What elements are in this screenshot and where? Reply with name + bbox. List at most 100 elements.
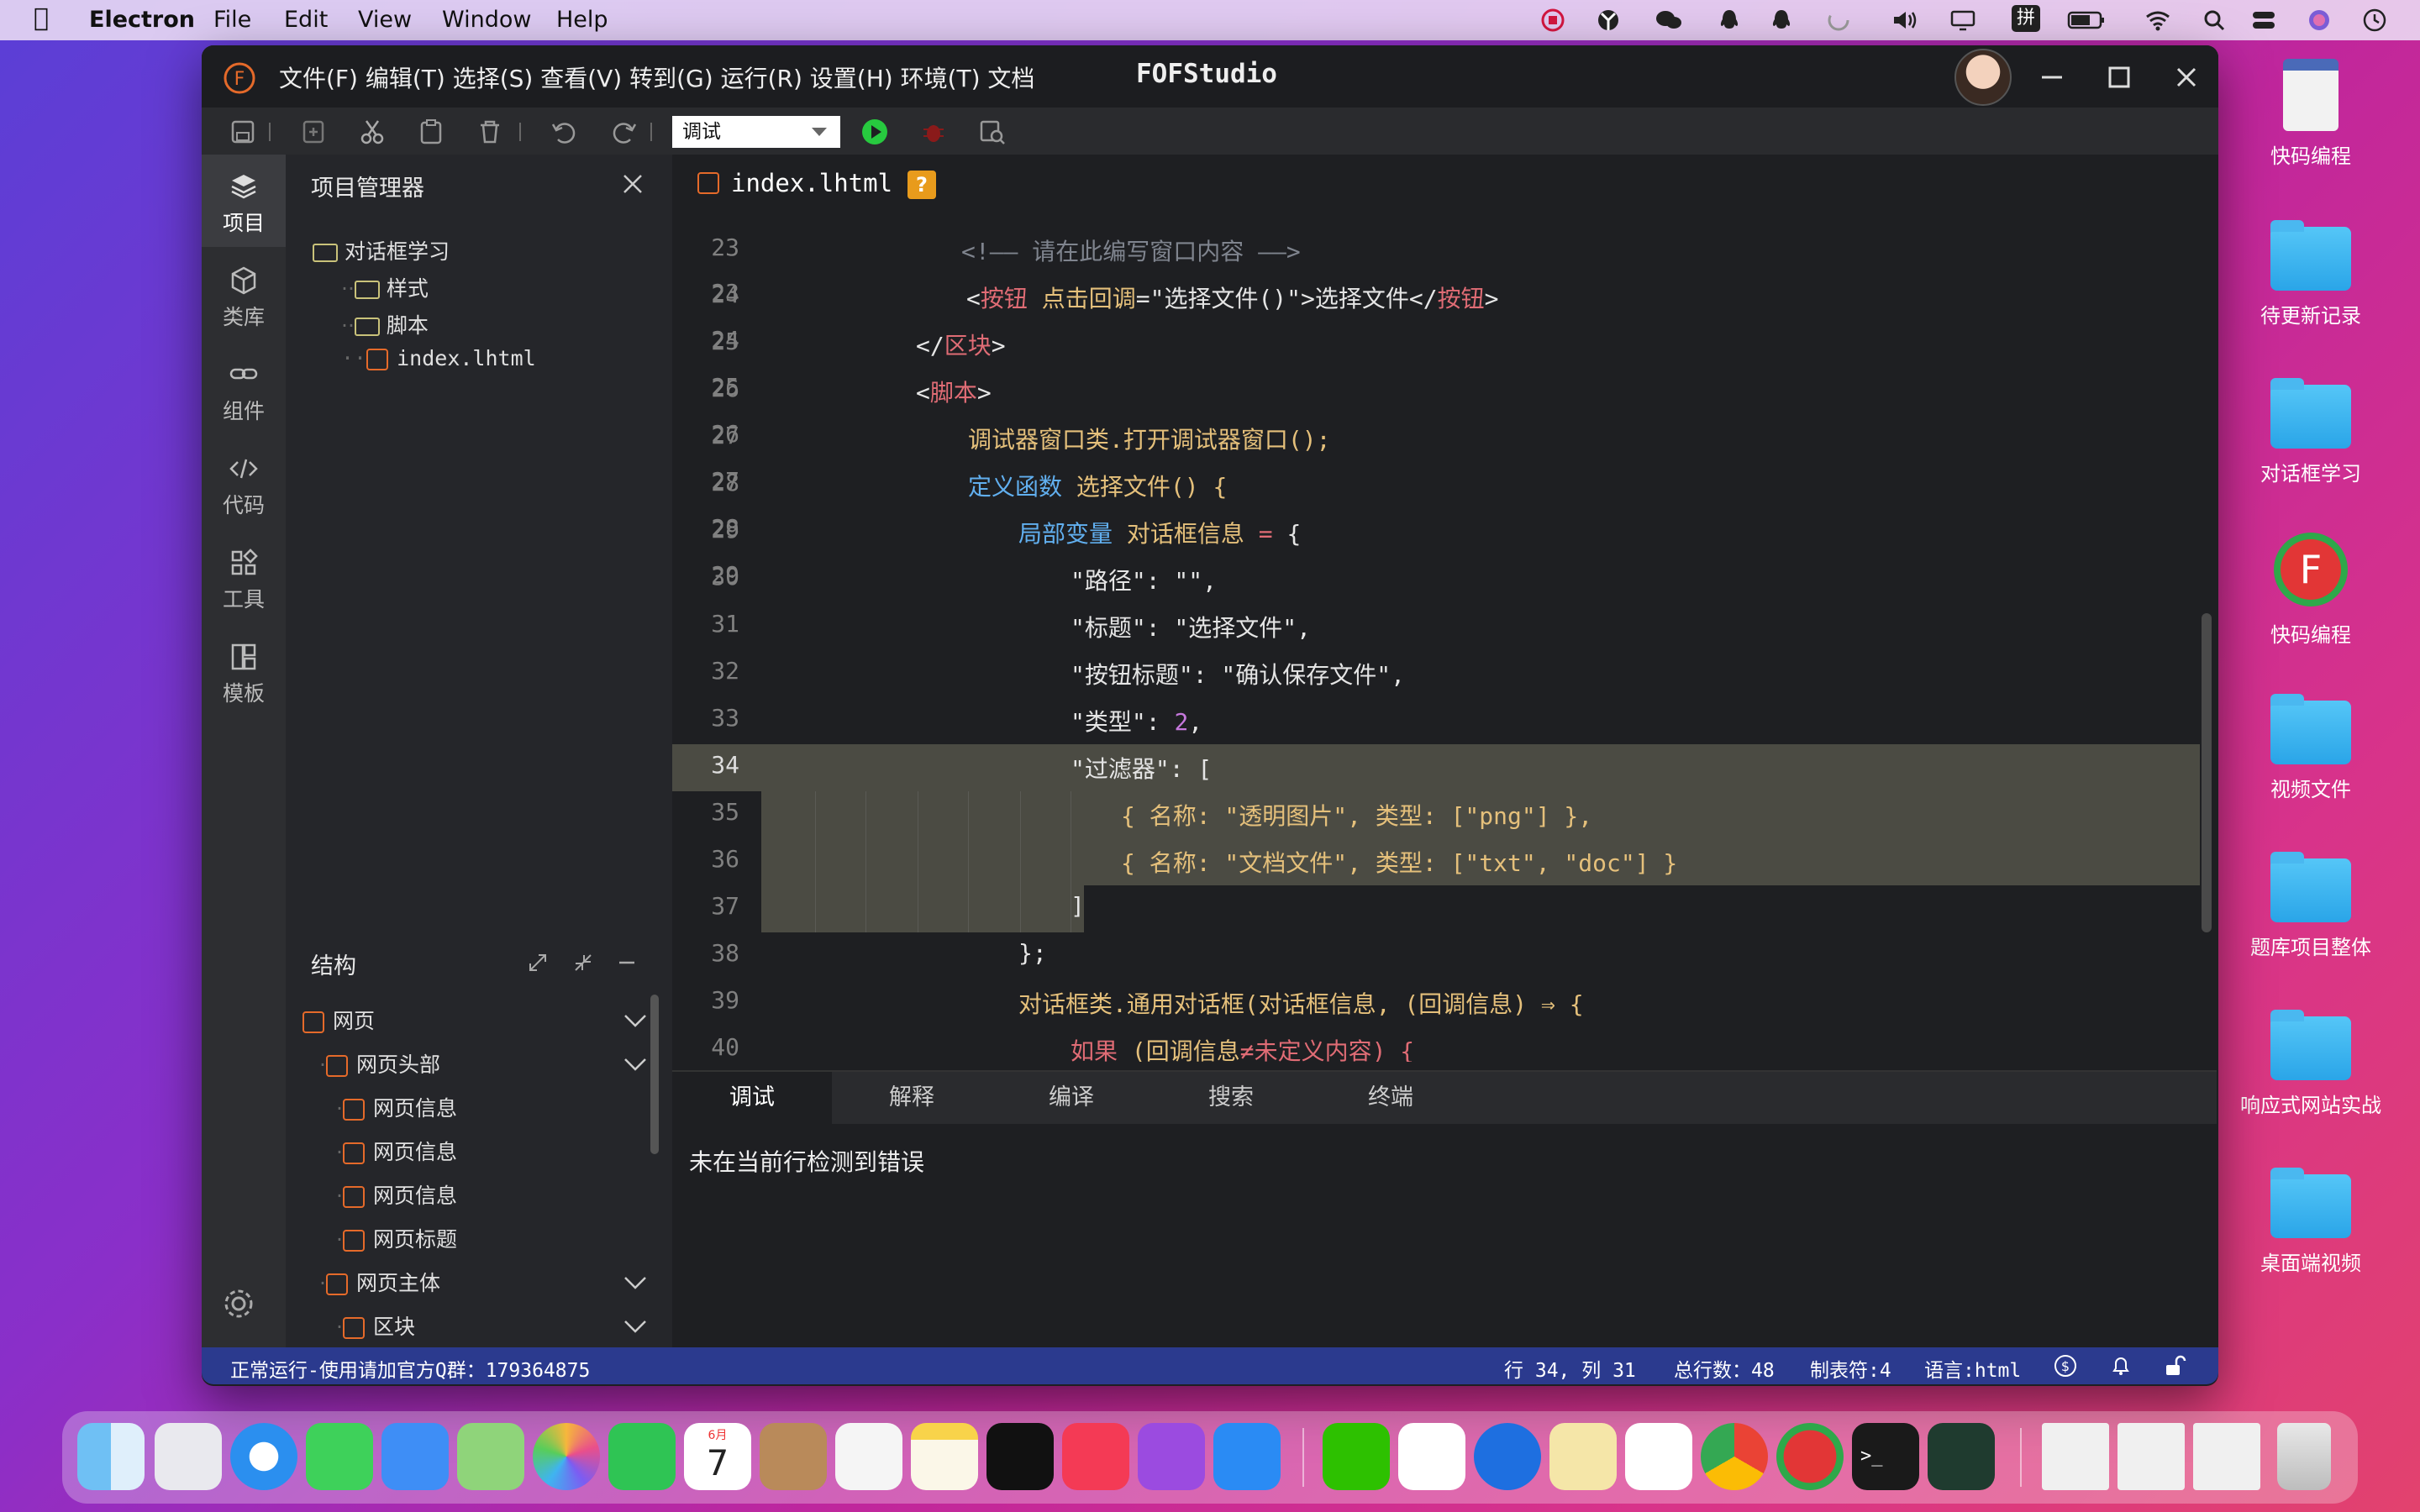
unlock-icon[interactable] [2163, 1354, 2186, 1378]
structure-node[interactable]: · 网页主体 [319, 1267, 440, 1297]
desktop-item[interactable]: 快码编程 [2227, 59, 2395, 169]
expand-icon[interactable] [528, 953, 548, 973]
reminders-icon[interactable] [835, 1423, 902, 1490]
terminal-icon[interactable]: >_ [1852, 1423, 1919, 1490]
editor-scrollbar[interactable] [2202, 613, 2212, 932]
podcasts-icon[interactable] [1138, 1423, 1205, 1490]
spinner-icon[interactable] [1825, 8, 1852, 32]
notes-icon[interactable] [911, 1423, 978, 1490]
undo-icon[interactable] [550, 118, 578, 146]
chevron-down-icon[interactable] [623, 1013, 647, 1028]
tree-folder[interactable]: ·· 脚本 [341, 309, 429, 339]
activity-templates[interactable]: 模板 [202, 625, 286, 717]
tree-file[interactable]: ·· index.lhtml [341, 346, 536, 370]
launchpad-icon[interactable] [155, 1423, 222, 1490]
structure-node[interactable]: · 网页信息 [336, 1136, 457, 1166]
safari-icon[interactable] [230, 1423, 297, 1490]
minimize-button[interactable] [2039, 64, 2065, 91]
contacts-icon[interactable] [760, 1423, 827, 1490]
mail-icon[interactable] [381, 1423, 449, 1490]
teamviewer-icon[interactable] [1474, 1423, 1541, 1490]
clock-icon[interactable] [2361, 8, 2388, 32]
tab-size[interactable]: 制表符:4 [1810, 1354, 1891, 1383]
dollar-icon[interactable]: $ [2054, 1354, 2077, 1378]
apple-icon[interactable]:  [34, 3, 49, 33]
music-icon[interactable] [1062, 1423, 1129, 1490]
chrome-icon[interactable] [1701, 1423, 1768, 1490]
menubar-app-name[interactable]: Electron [89, 7, 195, 33]
tab-terminal[interactable]: 终端 [1311, 1072, 1470, 1124]
fan-icon[interactable] [1595, 8, 1622, 32]
tab-search[interactable]: 搜索 [1151, 1072, 1311, 1124]
desktop-item[interactable]: 题库项目整体 [2227, 852, 2395, 960]
tree-folder[interactable]: 对话框学习 [313, 235, 450, 265]
activity-library[interactable]: 类库 [202, 249, 286, 341]
tab-interpret[interactable]: 解释 [832, 1072, 992, 1124]
structure-node[interactable]: · 网页信息 [336, 1092, 457, 1122]
record-icon[interactable] [1539, 8, 1566, 32]
maximize-button[interactable] [2106, 64, 2133, 91]
qq-icon[interactable] [1768, 8, 1795, 32]
minus-icon[interactable] [617, 953, 637, 973]
activity-components[interactable]: 组件 [202, 343, 286, 435]
activity-tools[interactable]: 工具 [202, 531, 286, 623]
window-thumbnail[interactable] [2118, 1423, 2185, 1490]
menubar-file[interactable]: File [213, 7, 251, 33]
code-text[interactable]: <!—— 请在此编写窗口内容 ——> <按钮 点击回调="选择文件()">选择文… [756, 155, 2200, 1062]
desktop-item[interactable]: F 快码编程 [2227, 529, 2395, 648]
menubar-help[interactable]: Help [556, 7, 608, 33]
mode-select[interactable]: 调试 [672, 116, 840, 148]
fof-studio-icon[interactable] [1776, 1423, 1844, 1490]
save-icon[interactable] [229, 118, 257, 146]
control-center-icon[interactable] [2250, 8, 2277, 32]
trash-icon[interactable] [2277, 1423, 2331, 1490]
wechat-icon[interactable] [1655, 8, 1682, 32]
activity-project[interactable]: 项目 [202, 155, 286, 247]
wechat-icon[interactable] [1323, 1423, 1390, 1490]
display-icon[interactable] [1949, 8, 1976, 32]
menubar-view[interactable]: View [358, 7, 412, 33]
language-mode[interactable]: 语言:html [1924, 1354, 2021, 1383]
app-menu[interactable]: 文件(F) 编辑(T) 选择(S) 查看(V) 转到(G) 运行(R) 设置(H… [279, 60, 1034, 94]
volume-icon[interactable] [1891, 8, 1918, 32]
chevron-down-icon[interactable] [623, 1057, 647, 1072]
desktop-item[interactable]: 桌面端视频 [2227, 1168, 2395, 1276]
tab-compile[interactable]: 编译 [992, 1072, 1151, 1124]
tab-debug[interactable]: 调试 [672, 1072, 832, 1124]
photos-icon[interactable] [533, 1423, 600, 1490]
tree-folder[interactable]: ·· 样式 [341, 272, 429, 302]
window-thumbnail[interactable] [2042, 1423, 2109, 1490]
cursor-position[interactable]: 行 34, 列 31 [1504, 1354, 1636, 1383]
wifi-icon[interactable] [2144, 8, 2171, 32]
messages-icon[interactable] [306, 1423, 373, 1490]
window-thumbnail[interactable] [2193, 1423, 2260, 1490]
avatar[interactable] [1954, 49, 2012, 106]
chevron-down-icon[interactable] [623, 1319, 647, 1334]
close-button[interactable] [2173, 64, 2200, 91]
delete-icon[interactable] [476, 118, 504, 146]
editor-app-icon[interactable] [1928, 1423, 1995, 1490]
qq-icon[interactable] [1625, 1423, 1692, 1490]
gear-icon[interactable] [220, 1285, 257, 1322]
finder-icon[interactable] [77, 1423, 145, 1490]
debug-icon[interactable] [919, 118, 948, 146]
desktop-item[interactable]: 响应式网站实战 [2227, 1010, 2395, 1118]
structure-node[interactable]: · 区块 [336, 1310, 415, 1341]
calendar-icon[interactable]: 6月 7 [684, 1423, 751, 1490]
cut-icon[interactable] [358, 118, 387, 146]
appletv-icon[interactable] [986, 1423, 1054, 1490]
paste-icon[interactable] [417, 118, 445, 146]
siri-icon[interactable] [2306, 8, 2333, 32]
facetime-icon[interactable] [608, 1423, 676, 1490]
run-icon[interactable] [860, 118, 889, 146]
qq-icon[interactable] [1398, 1423, 1465, 1490]
structure-node[interactable]: · 网页信息 [336, 1179, 457, 1210]
find-in-files-icon[interactable] [978, 118, 1007, 146]
structure-node[interactable]: · 网页头部 [319, 1048, 440, 1079]
new-file-icon[interactable] [299, 118, 328, 146]
redo-icon[interactable] [610, 118, 639, 146]
activity-code[interactable]: 代码 [202, 437, 286, 529]
structure-node[interactable]: 网页 [302, 1005, 375, 1035]
search-icon[interactable] [2202, 8, 2228, 32]
structure-scrollbar[interactable] [650, 995, 659, 1154]
